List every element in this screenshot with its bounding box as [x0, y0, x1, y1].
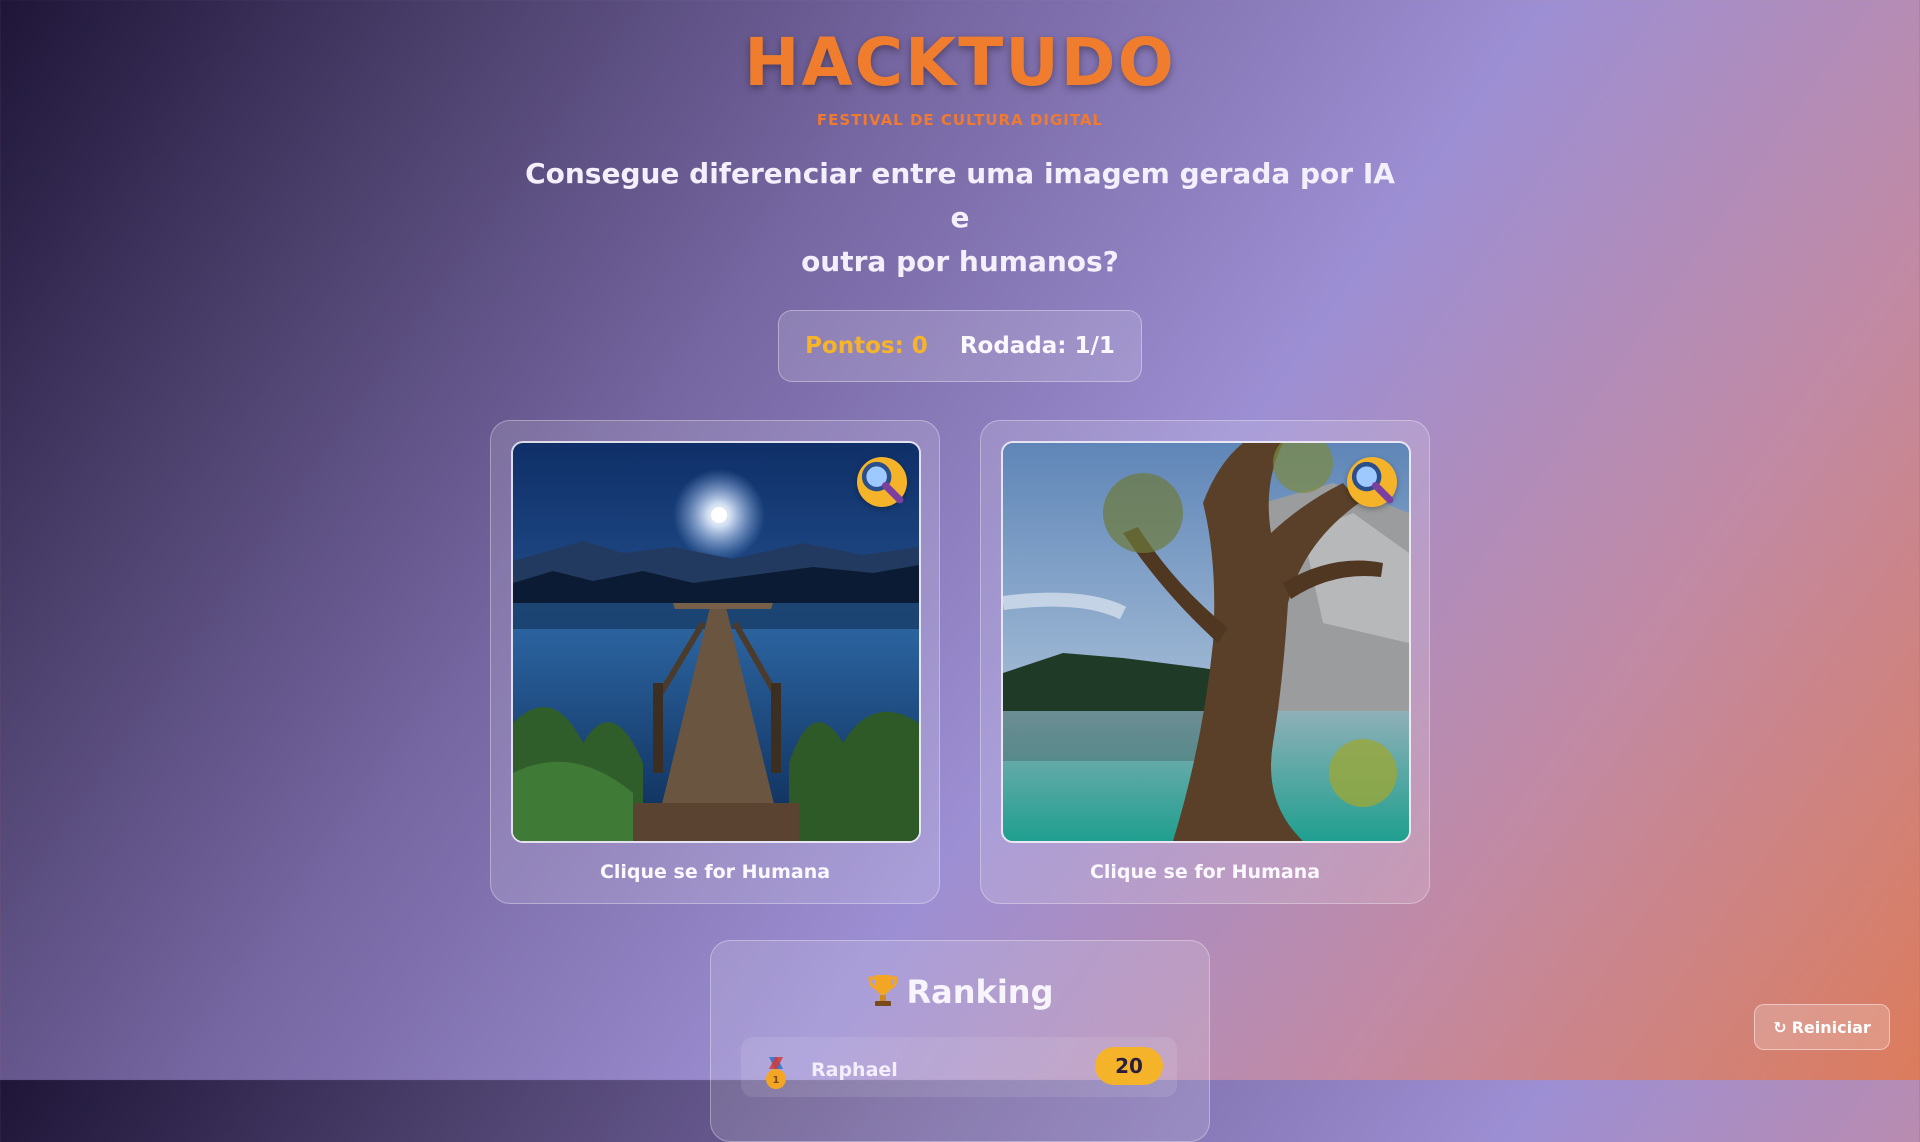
app-title: HACKTUDO — [744, 24, 1176, 101]
score-panel: Pontos: 0 Rodada: 1/1 — [778, 310, 1142, 382]
zoom-button-left[interactable] — [857, 457, 907, 507]
reset-button[interactable]: ↻ Reiniciar — [1754, 1004, 1890, 1050]
magnifier-icon — [861, 461, 904, 504]
moonlit-lake-image[interactable] — [511, 441, 921, 843]
question-line-2: outra por humanos? — [801, 245, 1119, 278]
magnifier-icon — [1351, 461, 1394, 504]
ranking-player-score: 20 — [1095, 1047, 1163, 1085]
ranking-row: 1 Raphael 20 — [741, 1037, 1177, 1097]
tree-lake-image[interactable] — [1001, 441, 1411, 843]
svg-text:1: 1 — [773, 1075, 780, 1086]
question-text: Consegue diferenciar entre uma imagem ge… — [520, 152, 1400, 284]
medal-icon: 1 — [766, 1057, 786, 1089]
reset-label: Reiniciar — [1791, 1017, 1871, 1037]
round-display: Rodada: 1/1 — [959, 333, 1115, 359]
question-line-1: Consegue diferenciar entre uma imagem ge… — [525, 157, 1395, 234]
image-card-right[interactable]: Clique se for Humana — [980, 420, 1430, 904]
header: HACKTUDO FESTIVAL DE CULTURA DIGITAL — [0, 0, 1920, 129]
trophy-icon — [868, 975, 898, 1006]
ranking-panel: Ranking 1 Raphael 20 — [710, 940, 1210, 1142]
ranking-heading: Ranking — [711, 973, 1209, 1011]
human-choice-label-left[interactable]: Clique se for Humana — [491, 861, 939, 883]
ranking-title-text: Ranking — [906, 973, 1054, 1011]
app-subtitle: FESTIVAL DE CULTURA DIGITAL — [816, 111, 1104, 129]
zoom-button-right[interactable] — [1347, 457, 1397, 507]
points-display: Pontos: 0 — [805, 333, 928, 359]
image-card-left[interactable]: Clique se for Humana — [490, 420, 940, 904]
ranking-player-name: Raphael — [811, 1059, 898, 1081]
refresh-icon: ↻ — [1773, 1017, 1787, 1037]
human-choice-label-right[interactable]: Clique se for Humana — [981, 861, 1429, 883]
